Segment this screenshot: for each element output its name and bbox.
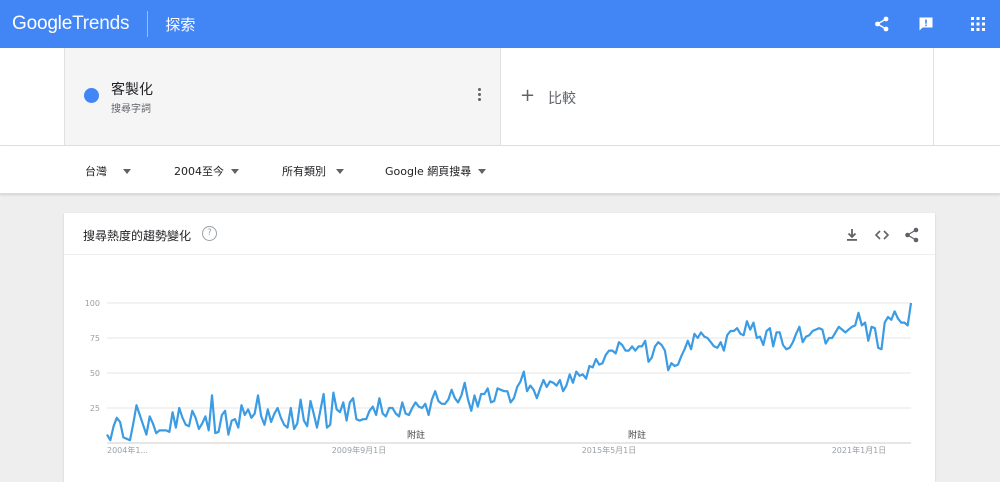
compare-bar: 客製化 搜尋字詞 + 比較 xyxy=(0,48,1000,146)
share-icon[interactable] xyxy=(872,14,892,34)
y-tick-label: 100 xyxy=(85,299,100,308)
term-color-dot xyxy=(84,88,99,103)
y-tick-label: 50 xyxy=(90,369,100,378)
appbar-divider xyxy=(147,11,149,37)
add-comparison-card[interactable]: + 比較 xyxy=(500,48,934,145)
google-trends-logo[interactable]: GoogleTrends xyxy=(12,13,130,35)
x-tick-label: 2004年1... xyxy=(107,445,148,455)
search-term-type: 搜尋字詞 xyxy=(111,104,151,115)
category-dropdown[interactable]: 所有類別 xyxy=(282,163,344,179)
feedback-icon[interactable] xyxy=(916,14,936,34)
logo-trends-text: Trends xyxy=(72,13,130,34)
x-tick-label: 2021年1月1日 xyxy=(832,445,887,455)
chart-annotation: 附註 xyxy=(628,429,646,441)
y-tick-label: 75 xyxy=(90,334,100,343)
search-term-label[interactable]: 客製化 xyxy=(111,79,153,99)
add-comparison-label[interactable]: 比較 xyxy=(548,88,576,108)
plus-icon: + xyxy=(520,85,536,106)
x-tick-label: 2009年9月1日 xyxy=(332,445,387,455)
search-property-dropdown[interactable]: Google 網頁搜尋 xyxy=(385,163,487,179)
region-dropdown[interactable]: 台灣 xyxy=(85,163,131,179)
dropdown-caret-icon xyxy=(478,168,487,174)
logo-google-text: Google xyxy=(12,13,73,34)
x-tick-label: 2015年5月1日 xyxy=(582,445,637,455)
category-label: 所有類別 xyxy=(282,165,326,178)
search-property-label: Google 網頁搜尋 xyxy=(385,165,472,178)
more-vert-icon[interactable] xyxy=(475,88,483,104)
interest-line-chart[interactable]: 25 50 75 100 2004年1... 2009年9月1日 2015年5月1日 2021… xyxy=(64,213,935,482)
filter-bar: 台灣 2004至今 所有類別 Google 網頁搜尋 xyxy=(0,146,1000,194)
apps-grid-icon[interactable] xyxy=(968,14,988,34)
search-term-card[interactable]: 客製化 搜尋字詞 xyxy=(64,48,500,145)
page-title: 探索 xyxy=(165,15,196,34)
region-label: 台灣 xyxy=(85,165,107,178)
app-bar: GoogleTrends 探索 xyxy=(0,0,1000,48)
time-range-label: 2004至今 xyxy=(174,165,224,178)
dropdown-caret-icon xyxy=(231,168,239,174)
chart-annotation: 附註 xyxy=(407,429,425,441)
series-line xyxy=(106,302,913,442)
y-tick-label: 25 xyxy=(90,404,100,413)
time-range-dropdown[interactable]: 2004至今 xyxy=(174,163,239,179)
dropdown-caret-icon xyxy=(123,168,131,174)
dropdown-caret-icon xyxy=(336,168,344,174)
interest-over-time-card: 搜尋熱度的趨勢變化 ? 25 50 75 100 2004年1... 2009年9月1日 2… xyxy=(64,213,935,482)
